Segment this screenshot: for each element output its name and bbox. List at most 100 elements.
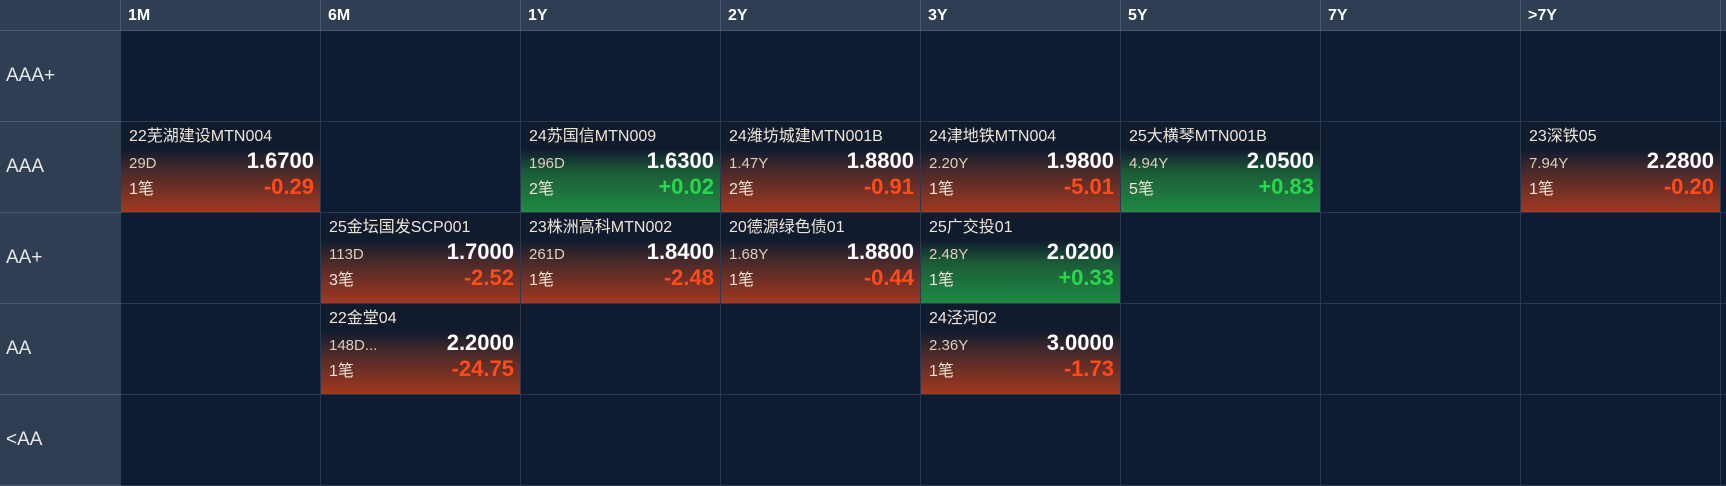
bond-term: 1.68Y bbox=[729, 246, 769, 263]
matrix-cell: 25金坛国发SCP001 113D 1.7000 3笔 -2.52 bbox=[321, 213, 521, 304]
trade-count: 5笔 bbox=[1129, 181, 1154, 198]
trade-count: 1笔 bbox=[929, 363, 954, 380]
matrix-cell: 20德源绿色债01 1.68Y 1.8800 1笔 -0.44 bbox=[721, 213, 921, 304]
bond-yield: 1.9800 bbox=[1046, 148, 1114, 173]
matrix-cell bbox=[321, 395, 521, 486]
bond-yield: 2.0200 bbox=[1046, 239, 1114, 264]
bond-line-top: 29D 1.6700 bbox=[129, 148, 314, 174]
bond-card[interactable]: 23深铁05 7.94Y 2.2800 1笔 -0.20 bbox=[1521, 122, 1720, 212]
column-header-filler bbox=[1721, 0, 1726, 31]
yield-change: -0.29 bbox=[263, 174, 314, 199]
bond-name: 24泾河02 bbox=[929, 310, 997, 327]
yield-matrix-grid: 1M 6M 1Y 2Y 3Y 5Y 7Y >7Y AAA+ AAA 22芜湖建设MTN004 29D 1… bbox=[0, 0, 1726, 486]
matrix-cell bbox=[1321, 213, 1521, 304]
trade-count: 1笔 bbox=[529, 272, 554, 289]
column-header-7[interactable]: >7Y bbox=[1521, 0, 1721, 31]
matrix-cell bbox=[121, 395, 321, 486]
trade-count: 1笔 bbox=[129, 181, 154, 198]
bond-line-top: 7.94Y 2.2800 bbox=[1529, 148, 1714, 174]
bond-card[interactable]: 22金堂04 148D... 2.2000 1笔 -24.75 bbox=[321, 304, 520, 394]
matrix-cell bbox=[521, 304, 721, 395]
column-header-5[interactable]: 5Y bbox=[1121, 0, 1321, 31]
bond-line-bottom: 3笔 -2.52 bbox=[329, 265, 514, 291]
matrix-cell bbox=[121, 304, 321, 395]
matrix-cell bbox=[321, 31, 521, 122]
bond-card[interactable]: 23株洲高科MTN002 261D 1.8400 1笔 -2.48 bbox=[521, 213, 720, 303]
bond-line-bottom: 2笔 +0.02 bbox=[529, 174, 714, 200]
column-header-3[interactable]: 2Y bbox=[721, 0, 921, 31]
bond-line-bottom: 1笔 -0.20 bbox=[1529, 174, 1714, 200]
matrix-cell: 24苏国信MTN009 196D 1.6300 2笔 +0.02 bbox=[521, 122, 721, 213]
bond-term: 2.20Y bbox=[929, 155, 969, 172]
yield-change: -24.75 bbox=[451, 356, 514, 381]
bond-yield: 2.2800 bbox=[1646, 148, 1714, 173]
column-header-6[interactable]: 7Y bbox=[1321, 0, 1521, 31]
bond-name: 22金堂04 bbox=[329, 310, 397, 327]
matrix-cell bbox=[1521, 31, 1721, 122]
bond-line-top: 2.36Y 3.0000 bbox=[929, 330, 1114, 356]
matrix-cell bbox=[321, 122, 521, 213]
bond-yield: 3.0000 bbox=[1046, 330, 1114, 355]
column-header-1[interactable]: 6M bbox=[321, 0, 521, 31]
bond-line-top: 2.48Y 2.0200 bbox=[929, 239, 1114, 265]
bond-line-bottom: 1笔 -5.01 bbox=[929, 174, 1114, 200]
matrix-cell: 23株洲高科MTN002 261D 1.8400 1笔 -2.48 bbox=[521, 213, 721, 304]
bond-card[interactable]: 25金坛国发SCP001 113D 1.7000 3笔 -2.52 bbox=[321, 213, 520, 303]
yield-change: -5.01 bbox=[1063, 174, 1114, 199]
bond-line-top: 2.20Y 1.9800 bbox=[929, 148, 1114, 174]
bond-line-top: 113D 1.7000 bbox=[329, 239, 514, 265]
bond-term: 2.36Y bbox=[929, 337, 969, 354]
column-header-0[interactable]: 1M bbox=[121, 0, 321, 31]
column-header-4[interactable]: 3Y bbox=[921, 0, 1121, 31]
matrix-cell bbox=[1121, 31, 1321, 122]
row-label-1: AAA bbox=[0, 122, 121, 213]
matrix-cell bbox=[721, 31, 921, 122]
matrix-cell bbox=[521, 31, 721, 122]
bond-line-bottom: 1笔 -0.44 bbox=[729, 265, 914, 291]
bond-yield: 2.2000 bbox=[446, 330, 514, 355]
trade-count: 2笔 bbox=[729, 181, 754, 198]
yield-change: -2.48 bbox=[663, 265, 714, 290]
bond-line-top: 1.68Y 1.8800 bbox=[729, 239, 914, 265]
bond-line-bottom: 1笔 -1.73 bbox=[929, 356, 1114, 382]
bond-term: 1.47Y bbox=[729, 155, 769, 172]
bond-card[interactable]: 24津地铁MTN004 2.20Y 1.9800 1笔 -5.01 bbox=[921, 122, 1120, 212]
bond-line-bottom: 1笔 -2.48 bbox=[529, 265, 714, 291]
bond-term: 29D bbox=[129, 155, 157, 172]
bond-card[interactable]: 20德源绿色债01 1.68Y 1.8800 1笔 -0.44 bbox=[721, 213, 920, 303]
bond-card[interactable]: 22芜湖建设MTN004 29D 1.6700 1笔 -0.29 bbox=[121, 122, 320, 212]
row-filler bbox=[1721, 122, 1726, 213]
matrix-cell bbox=[1321, 31, 1521, 122]
yield-change: +0.33 bbox=[1058, 265, 1114, 290]
matrix-cell bbox=[721, 395, 921, 486]
bond-name: 22芜湖建设MTN004 bbox=[129, 128, 273, 145]
bond-term: 4.94Y bbox=[1129, 155, 1169, 172]
header-corner bbox=[0, 0, 121, 31]
matrix-cell bbox=[921, 395, 1121, 486]
row-label-2: AA+ bbox=[0, 213, 121, 304]
bond-yield: 1.8400 bbox=[646, 239, 714, 264]
bond-card[interactable]: 25广交投01 2.48Y 2.0200 1笔 +0.33 bbox=[921, 213, 1120, 303]
matrix-cell bbox=[721, 304, 921, 395]
bond-line-bottom: 1笔 +0.33 bbox=[929, 265, 1114, 291]
bond-card[interactable]: 25大横琴MTN001B 4.94Y 2.0500 5笔 +0.83 bbox=[1121, 122, 1320, 212]
bond-line-top: 1.47Y 1.8800 bbox=[729, 148, 914, 174]
yield-change: +0.02 bbox=[658, 174, 714, 199]
trade-count: 3笔 bbox=[329, 272, 354, 289]
bond-card[interactable]: 24泾河02 2.36Y 3.0000 1笔 -1.73 bbox=[921, 304, 1120, 394]
matrix-cell bbox=[1121, 304, 1321, 395]
bond-yield: 1.6700 bbox=[246, 148, 314, 173]
bond-card[interactable]: 24潍坊城建MTN001B 1.47Y 1.8800 2笔 -0.91 bbox=[721, 122, 920, 212]
matrix-cell: 24泾河02 2.36Y 3.0000 1笔 -1.73 bbox=[921, 304, 1121, 395]
bond-line-top: 261D 1.8400 bbox=[529, 239, 714, 265]
bond-name: 20德源绿色债01 bbox=[729, 219, 845, 236]
trade-count: 1笔 bbox=[729, 272, 754, 289]
column-header-2[interactable]: 1Y bbox=[521, 0, 721, 31]
bond-line-bottom: 5笔 +0.83 bbox=[1129, 174, 1314, 200]
row-filler bbox=[1721, 395, 1726, 486]
bond-card[interactable]: 24苏国信MTN009 196D 1.6300 2笔 +0.02 bbox=[521, 122, 720, 212]
yield-change: +0.83 bbox=[1258, 174, 1314, 199]
bond-name: 25大横琴MTN001B bbox=[1129, 128, 1267, 145]
bond-name: 24津地铁MTN004 bbox=[929, 128, 1057, 145]
bond-yield: 2.0500 bbox=[1246, 148, 1314, 173]
